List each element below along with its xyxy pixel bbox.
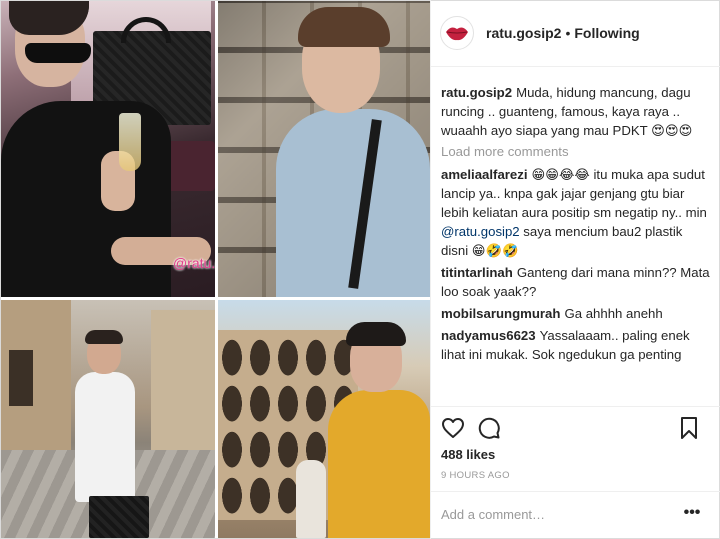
- person-hair: [85, 330, 123, 344]
- comment-username[interactable]: nadyamus6623: [441, 328, 536, 343]
- comments-section: ratu.gosip2 Muda, hidung mancung, dagu ru…: [441, 83, 711, 365]
- comment-input-divider: [431, 491, 720, 492]
- heart-icon: [442, 418, 464, 438]
- more-options-button[interactable]: •••: [683, 504, 701, 522]
- post-photo-3[interactable]: [1, 300, 215, 538]
- person-body: [1, 101, 171, 297]
- add-comment-input[interactable]: [441, 505, 661, 523]
- save-button[interactable]: [676, 415, 702, 441]
- post-photo-4[interactable]: [218, 300, 430, 538]
- person-hair: [298, 7, 390, 47]
- person-body: [328, 390, 430, 538]
- post-header: ratu.gosip2 • Following: [440, 15, 640, 51]
- lips-logo-icon: [446, 27, 468, 41]
- bookmark-icon: [681, 417, 697, 439]
- post-timestamp[interactable]: 9 HOURS AGO: [441, 470, 510, 481]
- statue: [296, 460, 326, 538]
- champagne-glass: [119, 113, 141, 171]
- comment-button[interactable]: [476, 415, 502, 441]
- photo-watermark: @ratu.gosip2: [173, 255, 215, 271]
- load-more-comments-link[interactable]: Load more comments: [441, 142, 711, 161]
- sunglasses: [25, 43, 91, 63]
- post-photo-2[interactable]: [218, 1, 430, 297]
- header-username[interactable]: ratu.gosip2: [486, 25, 561, 41]
- person-hair: [346, 322, 406, 346]
- caption-username[interactable]: ratu.gosip2: [441, 85, 512, 100]
- panel-divider: [430, 0, 431, 539]
- action-bar: [440, 415, 700, 441]
- header-divider: [431, 66, 720, 67]
- shop-door: [9, 350, 33, 406]
- handbag: [89, 496, 149, 538]
- like-button[interactable]: [440, 415, 466, 441]
- comment-item: nadyamus6623 Yassalaaam.. paling enek lih…: [441, 326, 711, 364]
- person-body: [75, 372, 135, 502]
- avatar[interactable]: [440, 16, 474, 50]
- comment-username[interactable]: ameliaalfarezi: [441, 167, 528, 182]
- post-photo-1[interactable]: @ratu.gosip2: [1, 1, 215, 297]
- comment-text: Ga ahhhh anehh: [564, 306, 663, 321]
- comment-item: ameliaalfarezi 😁😁😂😂 itu muka apa sudut la…: [441, 165, 711, 260]
- actions-divider: [431, 406, 720, 407]
- comment-item: titintarlinah Ganteng dari mana minn?? Ma…: [441, 263, 711, 301]
- comment-icon: [478, 417, 500, 439]
- building-right: [151, 310, 215, 460]
- comment-item: mobilsarungmurah Ga ahhhh anehh: [441, 304, 711, 323]
- header-separator: •: [565, 25, 571, 41]
- comment-mention-link[interactable]: @ratu.gosip2: [441, 224, 520, 239]
- comment-username[interactable]: mobilsarungmurah: [441, 306, 560, 321]
- likes-count[interactable]: 488 likes: [441, 447, 495, 462]
- caption: ratu.gosip2 Muda, hidung mancung, dagu ru…: [441, 83, 711, 140]
- comment-username[interactable]: titintarlinah: [441, 265, 513, 280]
- following-button[interactable]: Following: [574, 25, 639, 41]
